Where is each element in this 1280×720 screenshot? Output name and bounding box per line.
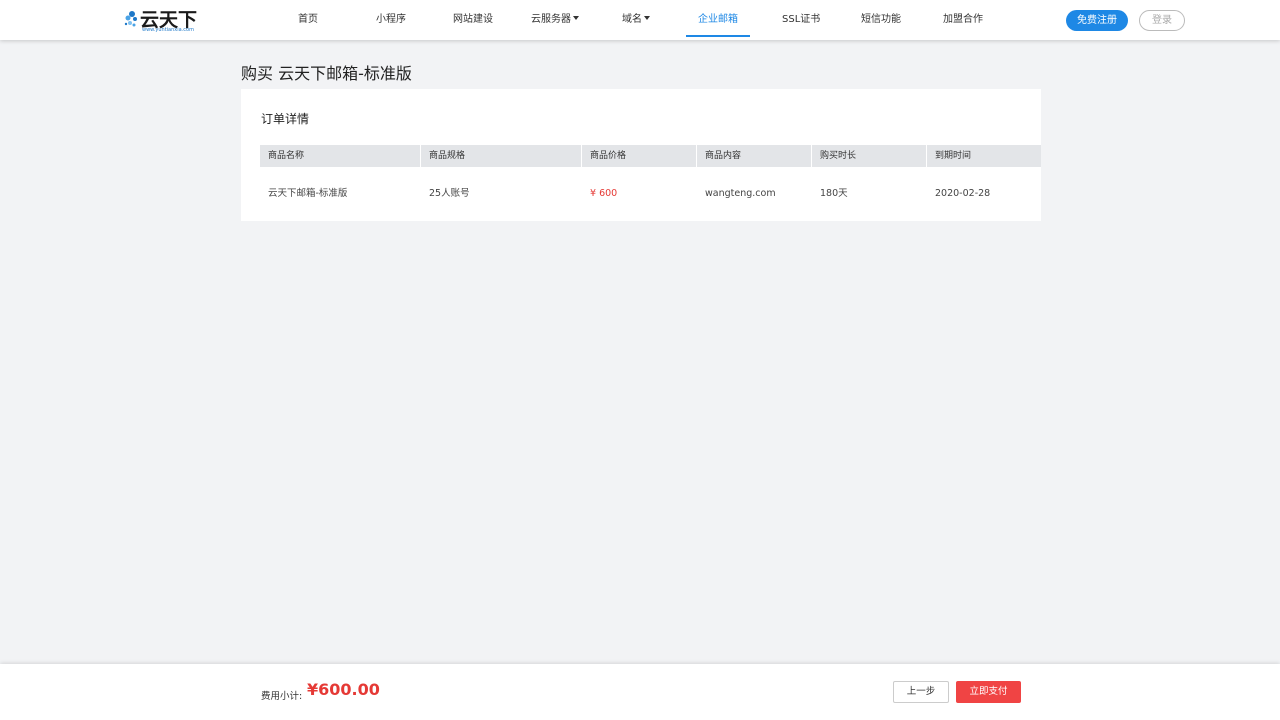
table-header: 商品名称 商品规格 商品价格 商品内容 购买时长 到期时间	[260, 145, 1041, 167]
column-header: 到期时间	[927, 145, 1041, 167]
nav-label: 小程序	[376, 14, 406, 25]
column-header: 购买时长	[812, 145, 926, 167]
nav-item-ssl[interactable]: SSL证书	[782, 0, 820, 40]
nav-item-website-building[interactable]: 网站建设	[453, 0, 493, 40]
site-logo[interactable]: 云天下 www.yuntianxia.com	[124, 5, 197, 35]
column-header: 商品内容	[697, 145, 811, 167]
cell-expiry: 2020-02-28	[935, 188, 991, 199]
cell-duration: 180天	[820, 188, 848, 199]
nav-item-home[interactable]: 首页	[298, 0, 318, 40]
nav-label: SSL证书	[782, 14, 821, 25]
column-header: 商品规格	[421, 145, 581, 167]
nav-label: 企业邮箱	[698, 14, 738, 25]
nav-item-partnership[interactable]: 加盟合作	[943, 0, 983, 40]
fee-label: 费用小计:	[261, 691, 303, 702]
nav-label: 网站建设	[453, 14, 493, 25]
fee-amount: ¥600.00	[307, 680, 380, 699]
order-details-card: 订单详情 商品名称 商品规格 商品价格 商品内容 购买时长 到期时间 云天下邮箱…	[241, 89, 1041, 221]
nav-item-sms[interactable]: 短信功能	[861, 0, 901, 40]
nav-label: 短信功能	[861, 14, 901, 25]
nav-item-cloud-server[interactable]: 云服务器	[531, 0, 579, 40]
logo-url: www.yuntianxia.com	[142, 27, 194, 33]
column-header: 商品名称	[260, 145, 420, 167]
nav-item-mini-program[interactable]: 小程序	[376, 0, 406, 40]
cell-spec: 25人账号	[429, 188, 470, 199]
order-table: 商品名称 商品规格 商品价格 商品内容 购买时长 到期时间 云天下邮箱-标准版 …	[260, 145, 1041, 221]
top-header: 云天下 www.yuntianxia.com 首页 小程序 网站建设 云服务器 …	[0, 0, 1280, 40]
section-title: 订单详情	[261, 112, 310, 126]
caret-down-icon	[573, 16, 579, 20]
checkout-footer: 费用小计: ¥600.00 上一步 立即支付	[0, 664, 1280, 720]
previous-step-button[interactable]: 上一步	[893, 681, 949, 703]
table-row: 云天下邮箱-标准版 25人账号 ¥ 600 wangteng.com 180天 …	[260, 167, 1041, 221]
page-title: 购买 云天下邮箱-标准版	[241, 64, 412, 83]
nav-label: 加盟合作	[943, 14, 983, 25]
cloud-logo-icon	[124, 11, 137, 27]
nav-label: 首页	[298, 14, 318, 25]
pay-now-button[interactable]: 立即支付	[956, 681, 1021, 703]
nav-item-enterprise-mail[interactable]: 企业邮箱	[686, 0, 750, 40]
cell-product-name: 云天下邮箱-标准版	[268, 188, 348, 199]
cell-price: ¥ 600	[590, 188, 618, 199]
nav-item-domain[interactable]: 域名	[622, 0, 650, 40]
login-button[interactable]: 登录	[1139, 10, 1185, 31]
caret-down-icon	[644, 16, 650, 20]
column-header: 商品价格	[582, 145, 696, 167]
cell-content: wangteng.com	[705, 188, 776, 199]
register-button[interactable]: 免费注册	[1066, 10, 1128, 31]
nav-label: 云服务器	[531, 14, 571, 25]
nav-label: 域名	[622, 14, 642, 25]
